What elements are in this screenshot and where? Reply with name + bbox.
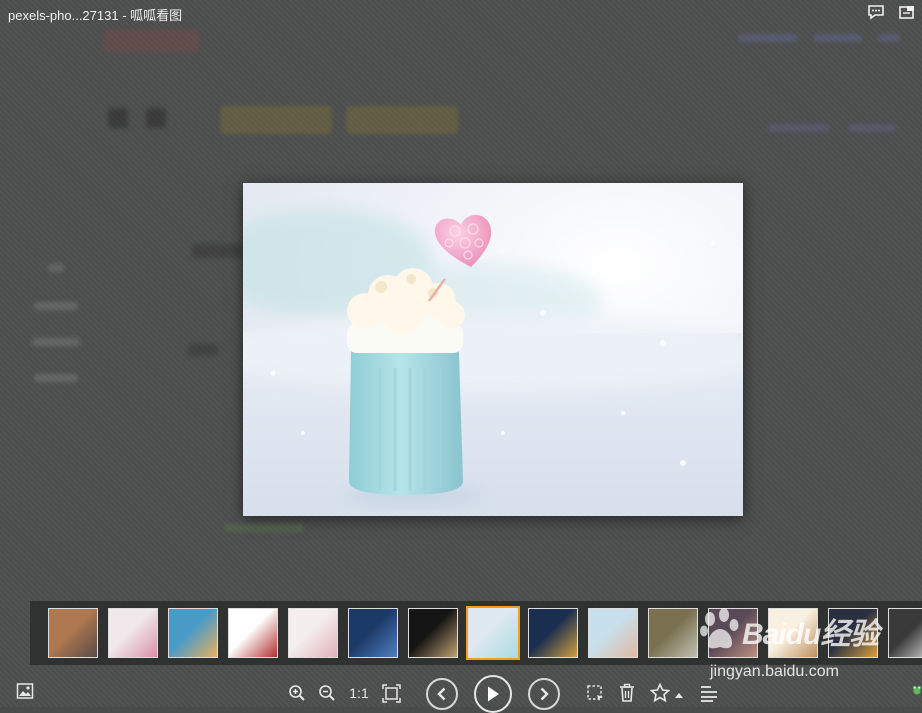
- thumbnail-book-with-hearts[interactable]: [228, 608, 278, 658]
- title-bar: pexels-pho...27131 - 呱呱看图: [0, 0, 922, 26]
- thumbnail-holding-hands[interactable]: [588, 608, 638, 658]
- gallery-image-icon[interactable]: [16, 682, 34, 700]
- thumbnail-blue-night-lights[interactable]: [348, 608, 398, 658]
- thumbnail-gold-bars[interactable]: [528, 608, 578, 658]
- thumbnail-city-skyline[interactable]: [48, 608, 98, 658]
- image-info-menu-icon[interactable]: [700, 685, 718, 702]
- mini-mode-icon[interactable]: [898, 4, 916, 20]
- watermark-logo-text: Baidu经验: [742, 618, 879, 651]
- next-image-button[interactable]: [528, 678, 560, 710]
- chevron-right-icon: [540, 687, 549, 701]
- thumbnail-cat-on-rocks[interactable]: [648, 608, 698, 658]
- favorite-star-icon[interactable]: [650, 683, 670, 703]
- fit-to-window-icon[interactable]: [382, 684, 401, 703]
- thumbnail-pink-flowers-cups[interactable]: [108, 608, 158, 658]
- watermark-url: jingyan.baidu.com: [710, 663, 839, 680]
- main-photo[interactable]: [243, 183, 743, 516]
- zoom-in-icon[interactable]: [288, 684, 306, 702]
- chevron-left-icon: [437, 687, 446, 701]
- thumbnail-heart-in-dark[interactable]: [408, 608, 458, 658]
- chat-feedback-icon[interactable]: [867, 4, 885, 20]
- previous-image-button[interactable]: [426, 678, 458, 710]
- baidu-paw-logo-icon: [700, 608, 739, 649]
- thumbnail-hands-holding-heart[interactable]: [288, 608, 338, 658]
- play-icon: [488, 686, 499, 702]
- slideshow-play-button[interactable]: [474, 675, 512, 713]
- baidu-jingyan-watermark: Baidu经验 jingyan.baidu.com: [700, 605, 922, 685]
- crop-select-icon[interactable]: [586, 684, 605, 703]
- delete-trash-icon[interactable]: [618, 683, 636, 703]
- rating-dropdown-arrow-icon[interactable]: [674, 691, 684, 699]
- thumbnail-girl-by-sea[interactable]: [168, 608, 218, 658]
- thumbnail-cup-in-snow[interactable]: [466, 606, 520, 660]
- zoom-out-icon[interactable]: [318, 684, 336, 702]
- window-title: pexels-pho...27131 - 呱呱看图: [8, 8, 183, 23]
- actual-size-button[interactable]: 1:1: [346, 683, 372, 703]
